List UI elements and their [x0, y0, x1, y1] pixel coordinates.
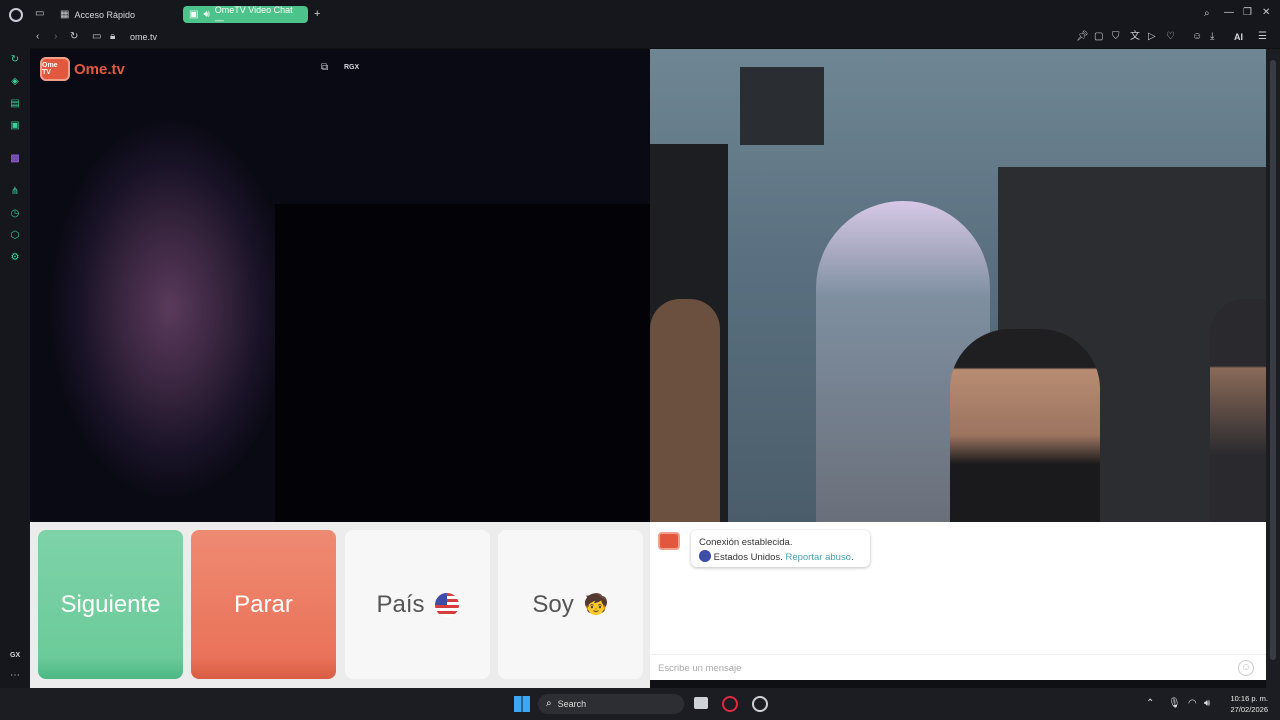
- us-flag-icon: [434, 592, 459, 617]
- heart-icon[interactable]: ♡: [1166, 32, 1175, 42]
- scrollbar-thumb[interactable]: [1270, 60, 1276, 660]
- download-icon[interactable]: ⤓: [1210, 32, 1214, 42]
- site-favicon-icon: ▣: [189, 8, 199, 20]
- settings-icon[interactable]: ⚙: [8, 251, 22, 265]
- next-label: Siguiente: [60, 590, 161, 618]
- search-icon: ⌕: [546, 698, 552, 709]
- overlay-label[interactable]: RGX: [344, 64, 359, 71]
- next-button[interactable]: Siguiente: [38, 530, 183, 679]
- maximize-icon[interactable]: ❐: [1243, 8, 1252, 18]
- message-placeholder: Escribe un mensaje: [658, 663, 742, 674]
- extensions-icon[interactable]: ⬡: [8, 229, 22, 243]
- opera-gx-logo-icon[interactable]: [9, 8, 23, 22]
- wifi-icon[interactable]: ◠: [1188, 699, 1197, 709]
- country-text: Estados Unidos.: [713, 552, 783, 563]
- minimize-icon[interactable]: —: [1224, 8, 1234, 18]
- volume-icon[interactable]: 🔊︎: [1204, 699, 1210, 709]
- gx-corner-icon[interactable]: ◈: [8, 75, 22, 89]
- grid-icon: ▦: [60, 8, 70, 20]
- snapshot-icon[interactable]: ▢: [1094, 32, 1103, 42]
- file-explorer-icon[interactable]: [694, 697, 708, 709]
- windows-start-icon[interactable]: [514, 696, 530, 712]
- tab-quick-access[interactable]: ▦ Acceso Rápido: [54, 6, 141, 23]
- opera-gx-taskbar-icon[interactable]: [722, 696, 738, 712]
- url-field[interactable]: ome.tv: [130, 32, 157, 42]
- microphone-icon[interactable]: 🎙︎: [1168, 699, 1181, 709]
- stop-label: Parar: [234, 590, 293, 618]
- back-icon[interactable]: ‹: [36, 32, 39, 42]
- chat-panel: Conexión establecida. Estados Unidos. Re…: [650, 522, 1266, 680]
- gender-label: Soy: [532, 590, 574, 618]
- remote-video: [650, 49, 1280, 522]
- tab-ometv[interactable]: ▣ 🔊︎ OmeTV Video Chat —: [183, 4, 308, 25]
- player-icon[interactable]: ▤: [8, 97, 22, 111]
- menu-icon[interactable]: ☰: [1258, 32, 1267, 42]
- reload-icon[interactable]: ↻: [70, 32, 78, 42]
- system-message: Conexión establecida. Estados Unidos. Re…: [691, 530, 870, 567]
- tray-chevron-icon[interactable]: ⌃: [1146, 699, 1154, 709]
- person-left: [650, 299, 720, 522]
- wall-shelf: [740, 67, 824, 145]
- emoji-icon[interactable]: ☺: [1238, 660, 1254, 676]
- translate-icon[interactable]: 文: [1130, 32, 1140, 42]
- address-bar: ‹ › ↻ ▭ 🔒︎ ome.tv 📌︎ ▢ ⛉ 文 ▷ ♡ ☺ ⤓ AI ☰: [30, 28, 1280, 48]
- tab-label: OmeTV Video Chat —: [214, 4, 293, 25]
- pip-icon[interactable]: ⧉: [321, 63, 328, 73]
- search-tabs-icon[interactable]: ⌕: [1204, 9, 1210, 19]
- shield-icon[interactable]: ⛉: [1112, 32, 1120, 42]
- aria-ai-button[interactable]: AI: [1234, 32, 1243, 42]
- dark-background-region: [275, 204, 650, 522]
- refresh-icon[interactable]: ↻: [8, 53, 22, 67]
- close-icon[interactable]: ✕: [1262, 8, 1270, 18]
- taskbar-search[interactable]: ⌕ Search: [538, 694, 684, 714]
- connection-text: Conexión establecida.: [699, 537, 793, 548]
- more-icon[interactable]: ⋯: [10, 671, 20, 681]
- history-icon[interactable]: ◷: [8, 207, 22, 221]
- time-text: 10:16 p. m.: [1230, 694, 1268, 703]
- browser-titlebar: ▭ ▦ Acceso Rápido ▣ 🔊︎ OmeTV Video Chat …: [0, 0, 1280, 28]
- gx-label[interactable]: GX: [10, 652, 20, 659]
- windows-taskbar: ⌕ Search ⌃ 🎙︎ ◠ 🔊︎ 10:16 p. m. 27/02/202…: [0, 688, 1280, 720]
- app-taskbar-icon[interactable]: [752, 696, 768, 712]
- profile-icon[interactable]: ☺: [1192, 32, 1202, 42]
- forward-icon[interactable]: ›: [54, 32, 57, 42]
- speaker-icon[interactable]: 🔊︎: [203, 9, 209, 20]
- pin-icon[interactable]: 📌︎: [1076, 32, 1089, 42]
- stop-button[interactable]: Parar: [191, 530, 336, 679]
- tab-label: Acceso Rápido: [74, 9, 135, 20]
- clock[interactable]: 10:16 p. m. 27/02/2026: [1222, 693, 1268, 715]
- lock-icon[interactable]: 🔒︎: [110, 32, 115, 42]
- ometv-logo[interactable]: Ome TV Ome.tv: [40, 57, 125, 81]
- new-tab-button[interactable]: +: [314, 8, 320, 20]
- message-input[interactable]: Escribe un mensaje ☺: [650, 654, 1266, 680]
- camera-icon[interactable]: ▭: [92, 32, 101, 42]
- date-text: 27/02/2026: [1230, 705, 1268, 714]
- country-button[interactable]: País: [345, 530, 490, 679]
- country-line: Estados Unidos. Reportar abuso.: [699, 550, 862, 565]
- messenger-icon[interactable]: ▣: [8, 119, 22, 133]
- person-center: [950, 329, 1100, 522]
- play-icon[interactable]: ▷: [1148, 32, 1156, 42]
- gender-button[interactable]: Soy 🧒: [498, 530, 643, 679]
- twitch-icon[interactable]: ▩: [8, 152, 22, 166]
- search-label: Search: [557, 699, 587, 709]
- report-abuse-link[interactable]: Reportar abuso: [785, 552, 850, 563]
- browser-sidebar: ↻ ◈ ▤ ▣ ▩ ⋔ ◷ ⬡ ⚙ GX ⋯: [0, 28, 30, 688]
- logo-text: Ome.tv: [74, 60, 125, 78]
- logo-badge: Ome TV: [40, 57, 70, 81]
- report-period: .: [850, 552, 854, 563]
- workspaces-icon[interactable]: ▭: [35, 9, 44, 19]
- control-panel: Siguiente Parar País Soy 🧒: [30, 522, 650, 688]
- split-icon[interactable]: ⋔: [8, 185, 22, 199]
- us-flag-icon: [699, 550, 711, 562]
- country-label: País: [376, 590, 425, 618]
- local-video: Ome TV Ome.tv ⧉ RGX: [30, 49, 650, 522]
- ometv-chat-icon: [658, 532, 680, 550]
- boy-emoji-icon: 🧒: [583, 594, 609, 616]
